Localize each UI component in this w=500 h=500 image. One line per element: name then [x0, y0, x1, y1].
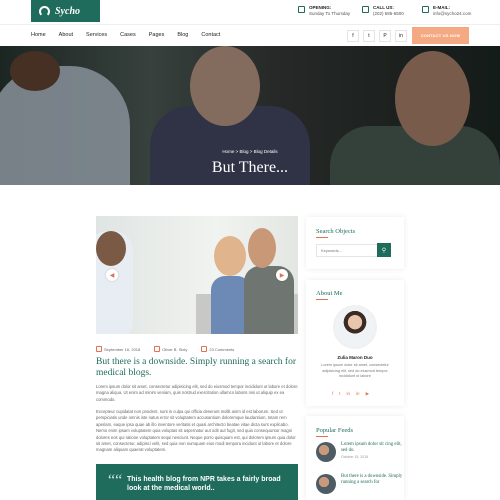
nav-cases[interactable]: Cases — [120, 32, 136, 38]
quote-text: This health blog from NPR takes a fairly… — [127, 476, 281, 492]
clock-icon — [298, 6, 305, 13]
nav-blog[interactable]: Blog — [177, 32, 188, 38]
next-arrow-icon[interactable]: ▶ — [276, 269, 288, 281]
contact-us-button[interactable]: CONTACT US NOW — [412, 27, 469, 44]
facebook-icon[interactable]: f — [347, 30, 359, 42]
feed-item[interactable]: Lorem ipsum dolor sit cing elit, sed do.… — [316, 442, 403, 462]
breadcrumb-home[interactable]: Home — [222, 149, 234, 154]
post-date: September 16, 2018 — [96, 346, 140, 352]
post-comments[interactable]: 23 Comments — [201, 346, 234, 352]
feed-date: October 15, 2018 — [341, 455, 369, 459]
feed-item[interactable]: But there is a downside. Simply running … — [316, 474, 403, 494]
breadcrumb-blog[interactable]: Blog — [239, 149, 248, 154]
author-bio: Lorem ipsum dolor sit amet, consectetur … — [321, 363, 389, 378]
nav-services[interactable]: Services — [86, 32, 107, 38]
widget-title: Search Objects — [316, 228, 355, 238]
nav-about[interactable]: About — [59, 32, 73, 38]
feed-title[interactable]: Lorem ipsum dolor sit cing elit, sed do. — [341, 442, 403, 453]
logo-text: Sycho — [55, 5, 80, 17]
email-info: E-MAIL: info@sycho24.com — [422, 5, 471, 17]
search-button[interactable]: ⚲ — [377, 243, 391, 257]
author-name: Zulia Maron Duo — [337, 355, 373, 360]
prev-arrow-icon[interactable]: ◀ — [106, 269, 118, 281]
feed-thumbnail — [316, 442, 336, 462]
call-info: CALL US: (202) 586-6500 — [362, 5, 404, 17]
search-input[interactable] — [316, 244, 381, 257]
post-paragraph: Lorem ipsum dolor sit amet, consectetur … — [96, 384, 298, 402]
breadcrumb: Home > Blog > Blog Details — [222, 149, 278, 154]
nav-pages[interactable]: Pages — [149, 32, 165, 38]
page-title: But There... — [211, 159, 289, 176]
breadcrumb-current: Blog Details — [253, 149, 278, 154]
avatar — [333, 305, 377, 349]
quote-icon: ““ — [108, 472, 123, 489]
widget-title: About Me — [316, 290, 343, 300]
logo-icon — [39, 5, 50, 17]
post-paragraph: Excepteur cupidatat non proident, sunt i… — [96, 409, 296, 453]
nav-home[interactable]: Home — [31, 32, 46, 38]
post-title: But there is a downside. Simply running … — [96, 357, 296, 378]
call-value[interactable]: (202) 586-6500 — [373, 11, 404, 17]
feed-thumbnail — [316, 474, 336, 494]
linkedin-icon[interactable]: in — [347, 391, 351, 397]
main-nav: Home About Services Cases Pages Blog Con… — [0, 24, 500, 46]
instagram-icon[interactable]: in — [356, 391, 360, 397]
feed-title[interactable]: But there is a downside. Simply running … — [341, 474, 403, 485]
twitter-icon[interactable]: t — [339, 391, 340, 397]
youtube-icon[interactable]: ▶ — [366, 391, 369, 397]
email-value[interactable]: info@sycho24.com — [433, 11, 471, 17]
linkedin-icon[interactable]: in — [395, 30, 407, 42]
post-image — [96, 216, 298, 334]
widget-title: Popular Feeds — [316, 427, 353, 437]
phone-icon — [362, 6, 369, 13]
facebook-icon[interactable]: f — [332, 391, 333, 397]
opening-info: OPENING: Sunday To Thursday — [298, 5, 350, 17]
post-author[interactable]: Oliver B. Sixty — [154, 346, 187, 352]
nav-contact[interactable]: Contact — [201, 32, 220, 38]
post-meta: September 16, 2018 Oliver B. Sixty 23 Co… — [96, 346, 234, 352]
author-social: f t in in ▶ — [332, 391, 369, 397]
opening-value: Sunday To Thursday — [309, 11, 351, 16]
hero-banner: Home > Blog > Blog Details But There... — [0, 46, 500, 185]
blockquote: ““ This health blog from NPR takes a fai… — [96, 464, 298, 500]
top-bar: Sycho OPENING: Sunday To Thursday CALL US… — [0, 0, 500, 24]
twitter-icon[interactable]: t — [363, 30, 375, 42]
logo[interactable]: Sycho — [31, 0, 100, 22]
mail-icon — [422, 6, 429, 13]
pinterest-icon[interactable]: P — [379, 30, 391, 42]
